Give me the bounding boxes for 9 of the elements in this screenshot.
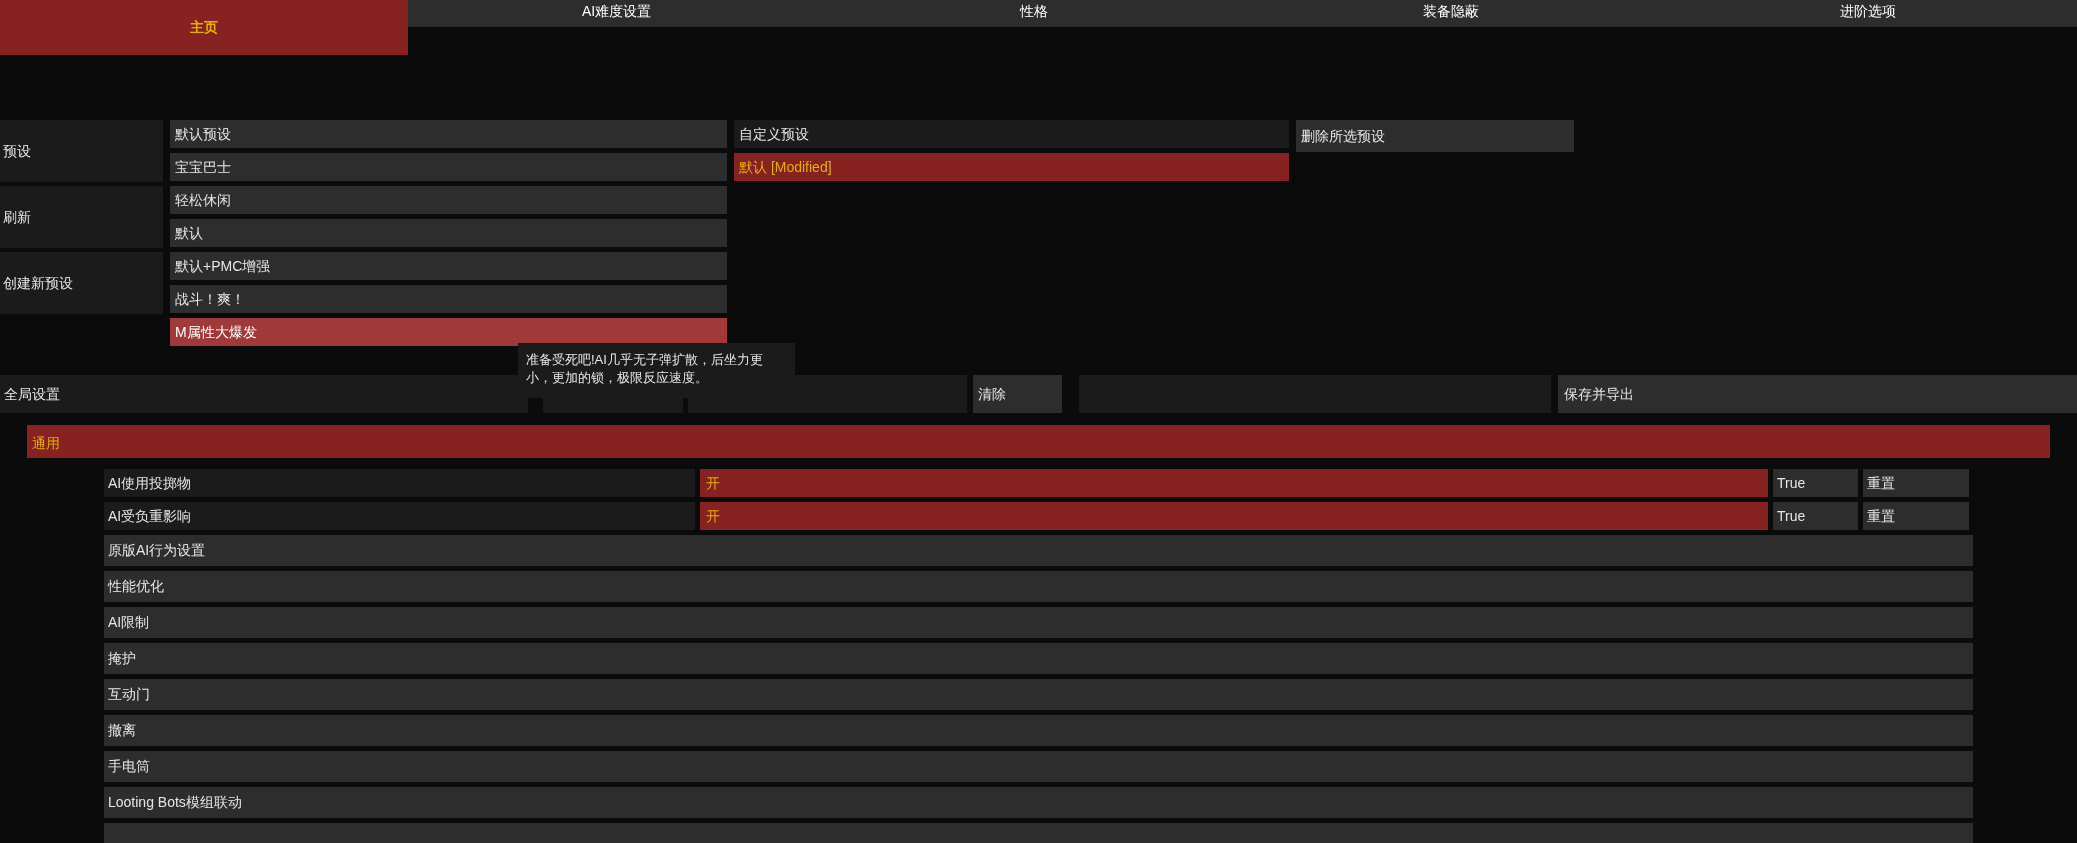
column-header: 自定义预设 (734, 120, 1289, 148)
setting-label: AI使用投掷物 (104, 469, 695, 497)
value-label: True (1773, 469, 1858, 497)
setting-label: AI受负重影响 (104, 502, 695, 530)
value-label: True (1773, 502, 1858, 530)
group-label: 刷新 (0, 186, 163, 248)
group-label: 预设 (0, 120, 163, 182)
group-label: 创建新预设 (0, 252, 163, 314)
tooltip: 准备受死吧!AI几乎无子弹扩散，后坐力更小，更加的锁，极限反应速度。 (518, 343, 795, 398)
